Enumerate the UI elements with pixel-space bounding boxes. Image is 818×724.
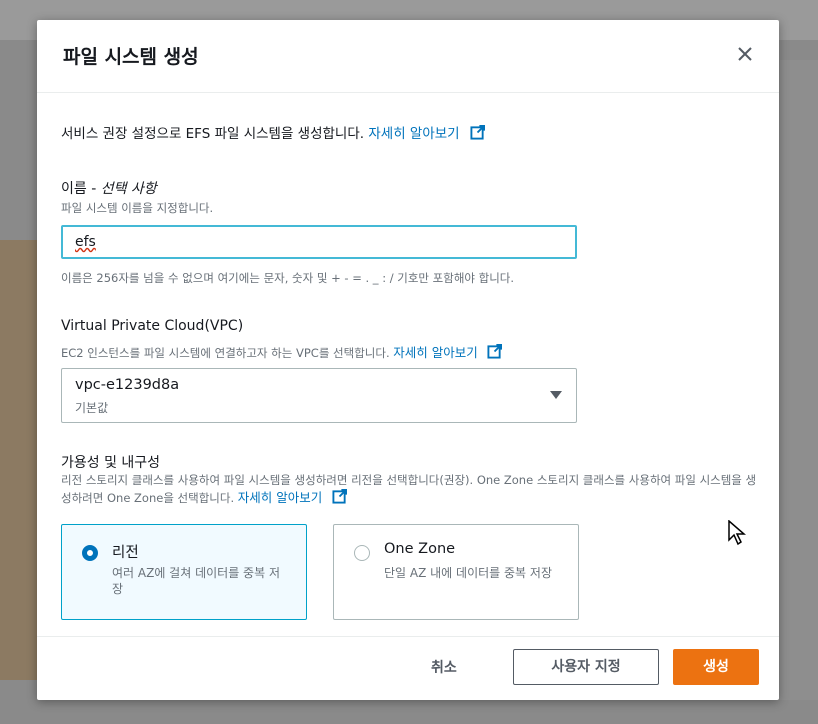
dialog-title: 파일 시스템 생성 [63,46,199,68]
option-title: One Zone [384,541,456,557]
availability-learn-more-link[interactable]: 자세히 알아보기 [238,490,322,505]
availability-option-one-zone[interactable]: One Zone 단일 AZ 내에 데이터를 중복 저장 [333,524,579,620]
name-field-label: 이름 - 선택 사항 [61,178,157,198]
external-link-icon[interactable] [487,344,503,359]
vpc-field-label: Virtual Private Cloud(VPC) [61,318,244,334]
availability-option-region[interactable]: 리전 여러 AZ에 걸쳐 데이터를 중복 저장 [61,524,307,620]
option-title: 리전 [112,545,139,561]
external-link-icon[interactable] [332,489,347,504]
intro-description: 서비스 권장 설정으로 EFS 파일 시스템을 생성합니다. [61,126,365,142]
name-field-description: 파일 시스템 이름을 지정합니다. [61,201,214,215]
name-constraint-hint: 이름은 256자를 넘을 수 없으며 여기에는 문자, 숫자 및 + - = .… [61,271,515,285]
vpc-selected-tag: 기본값 [75,401,109,415]
availability-description: 리전 스토리지 클래스를 사용하여 파일 시스템을 생성하려면 리전을 선택합니… [61,472,761,507]
option-description: 여러 AZ에 걸쳐 데이터를 중복 저장 [112,566,280,596]
dialog-header: 파일 시스템 생성 [37,20,779,93]
radio-unselected-icon[interactable] [354,545,370,561]
availability-label: 가용성 및 내구성 [61,455,161,471]
cancel-button[interactable]: 취소 [431,657,457,677]
vpc-selected-value: vpc-e1239d8a [75,377,180,393]
caret-down-icon [550,391,562,399]
intro-learn-more-link[interactable]: 자세히 알아보기 [368,126,459,142]
external-link-icon[interactable] [470,125,485,140]
availability-description-text: 리전 스토리지 클래스를 사용하여 파일 시스템을 생성하려면 리전을 선택합니… [61,473,757,505]
create-file-system-dialog: 파일 시스템 생성 서비스 권장 설정으로 EFS 파일 시스템을 생성합니다.… [37,20,779,700]
option-description: 단일 AZ 내에 데이터를 중복 저장 [384,566,552,580]
vpc-description-text: EC2 인스턴스를 파일 시스템에 연결하고자 하는 VPC를 선택합니다. [61,346,390,360]
name-input[interactable]: efs [61,225,577,259]
intro-text: 서비스 권장 설정으로 EFS 파일 시스템을 생성합니다. 자세히 알아보기 [61,122,485,142]
dialog-footer: 취소 사용자 지정 생성 [37,636,779,700]
create-button[interactable]: 생성 [673,649,759,685]
name-label-optional: 선택 사항 [100,181,157,197]
radio-selected-icon[interactable] [82,545,98,561]
name-label-text: 이름 - [61,181,101,197]
name-input-value: efs [75,234,96,250]
vpc-learn-more-link[interactable]: 자세히 알아보기 [393,345,477,360]
customize-button[interactable]: 사용자 지정 [513,649,659,685]
vpc-select[interactable]: vpc-e1239d8a 기본값 [61,368,577,423]
mouse-pointer-icon [728,520,746,546]
backdrop-right-panel [780,60,818,700]
close-icon[interactable] [733,42,757,66]
vpc-field-description: EC2 인스턴스를 파일 시스템에 연결하고자 하는 VPC를 선택합니다. 자… [61,342,503,361]
